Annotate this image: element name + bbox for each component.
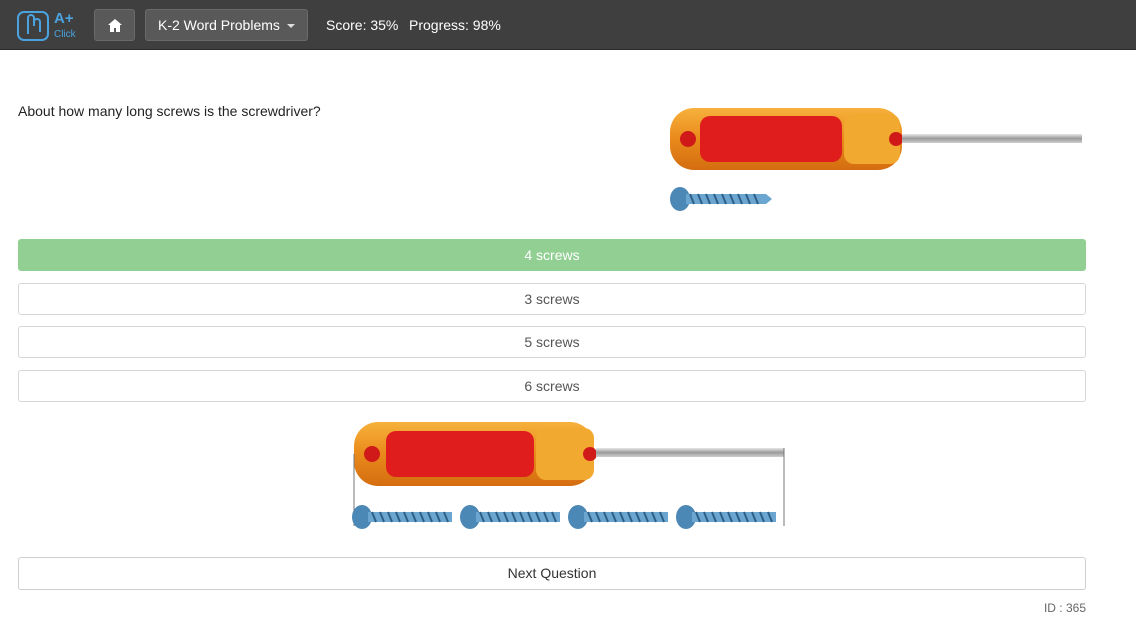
next-question-button[interactable]: Next Question bbox=[18, 557, 1086, 590]
logo-subtext: Click bbox=[54, 29, 76, 40]
home-button[interactable] bbox=[94, 9, 135, 41]
home-icon bbox=[107, 18, 122, 32]
answer-option-2[interactable]: 3 screws bbox=[18, 283, 1086, 315]
topic-label: K-2 Word Problems bbox=[158, 17, 280, 33]
question-text: About how many long screws is the screwd… bbox=[18, 103, 321, 119]
solution-illustration bbox=[352, 422, 785, 529]
logo-icon bbox=[17, 11, 49, 41]
progress-text: Progress: 98% bbox=[409, 17, 501, 33]
top-bar: A+ Click K-2 Word Problems Score: 35% Pr… bbox=[0, 0, 1136, 50]
score-text: Score: 35% bbox=[326, 17, 399, 33]
screwdriver-illustration bbox=[670, 108, 1082, 211]
answer-option-4[interactable]: 6 screws bbox=[18, 370, 1086, 402]
topic-dropdown[interactable]: K-2 Word Problems bbox=[145, 9, 308, 41]
answer-option-3[interactable]: 5 screws bbox=[18, 326, 1086, 358]
aplusclick-logo[interactable]: A+ Click bbox=[16, 8, 82, 44]
answer-option-1[interactable]: 4 screws bbox=[18, 239, 1086, 271]
question-id: ID : 365 bbox=[1043, 601, 1086, 615]
caret-down-icon bbox=[287, 24, 295, 28]
logo-text: A+ bbox=[54, 10, 74, 27]
